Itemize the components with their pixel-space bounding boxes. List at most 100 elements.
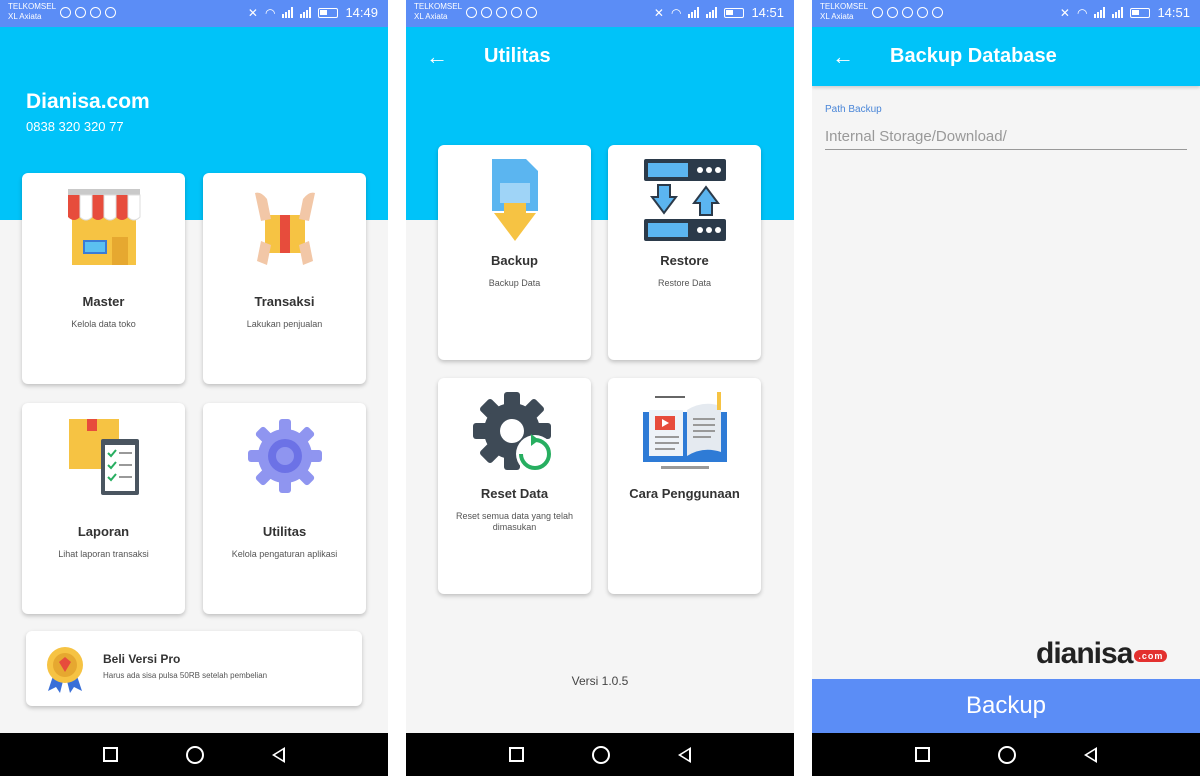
clock: 14:51 [1157, 5, 1190, 20]
recent-apps-icon[interactable] [915, 747, 930, 762]
status-bar: TELKOMSEL XL Axiata ✕ ◠ 14:49 [0, 0, 388, 27]
back-icon[interactable] [678, 746, 691, 763]
back-arrow-icon[interactable]: ← [832, 46, 854, 68]
carrier-info: TELKOMSEL XL Axiata [820, 2, 868, 22]
gallery-icon [466, 7, 477, 18]
package-hands-icon [254, 192, 315, 265]
laporan-title: Laporan [77, 524, 130, 539]
restore-card[interactable]: Restore Restore Data [608, 145, 761, 360]
instagram-icon [511, 7, 522, 18]
backup-icon [491, 159, 538, 241]
report-clipboard-icon [68, 419, 139, 495]
signal-icon [1112, 7, 1124, 18]
utilitas-subtitle: Kelola pengaturan aplikasi [231, 549, 338, 559]
battery-icon [1130, 7, 1151, 18]
message-icon [60, 7, 71, 18]
backup-button[interactable]: Backup [812, 679, 1200, 733]
notification-icons [466, 7, 537, 18]
mute-icon: ✕ [247, 5, 258, 20]
instagram-icon [90, 7, 101, 18]
gear-icon [247, 419, 322, 493]
backup-title: Backup [491, 253, 538, 268]
status-right: ✕ ◠ 14:51 [1060, 5, 1190, 20]
laporan-card[interactable]: Laporan Lihat laporan transaksi [22, 403, 185, 614]
wifi-icon: ◠ [670, 5, 682, 20]
master-card[interactable]: Master Kelola data toko [22, 173, 185, 384]
buy-pro-card[interactable]: Beli Versi Pro Harus ada sisa pulsa 50RB… [26, 631, 362, 706]
back-arrow-icon[interactable]: ← [426, 46, 448, 68]
backup-subtitle: Backup Data [488, 278, 541, 288]
watermark-logo: dianisa .com [1036, 637, 1168, 671]
path-backup-input[interactable] [825, 124, 1187, 150]
clock: 14:51 [751, 5, 784, 20]
message-icon [481, 7, 492, 18]
pro-subtitle: Harus ada sisa pulsa 50RB setelah pembel… [103, 671, 268, 680]
archive-icon [887, 7, 898, 18]
transaksi-card[interactable]: Transaksi Lakukan penjualan [203, 173, 366, 384]
back-icon[interactable] [1084, 746, 1097, 763]
master-title: Master [82, 294, 125, 309]
clock: 14:49 [345, 5, 378, 20]
carrier-name: TELKOMSEL [8, 2, 57, 11]
status-right: ✕ ◠ 14:51 [654, 5, 784, 20]
signal-icon [1094, 7, 1106, 18]
transaksi-subtitle: Lakukan penjualan [246, 319, 323, 329]
brand-phone: 0838 320 320 77 [26, 119, 124, 134]
app-icon [932, 7, 943, 18]
message-icon [902, 7, 913, 18]
reset-data-card[interactable]: Reset Data Reset semua data yang telah d… [438, 378, 591, 594]
master-subtitle: Kelola data toko [71, 319, 136, 329]
page-title: Utilitas [484, 45, 551, 67]
mute-icon: ✕ [1059, 5, 1070, 20]
home-screen: TELKOMSEL XL Axiata ✕ ◠ 14:49 Dianisa.co… [0, 0, 388, 776]
restore-servers-icon [643, 159, 726, 241]
brand-name: Dianisa.com [26, 90, 150, 113]
mute-icon: ✕ [653, 5, 664, 20]
home-icon[interactable] [592, 745, 610, 764]
watermark-text: dianisa [1036, 637, 1133, 670]
signal-icon [300, 7, 312, 18]
carrier-name-2: XL Axiata [820, 12, 854, 21]
carrier-name-2: XL Axiata [414, 12, 448, 21]
reset-data-title: Reset Data [480, 486, 549, 501]
award-badge-icon [47, 647, 83, 693]
app-version: Versi 1.0.5 [571, 674, 629, 688]
signal-icon [688, 7, 700, 18]
system-nav-bar [812, 733, 1200, 776]
pro-title: Beli Versi Pro [103, 652, 181, 666]
carrier-name-2: XL Axiata [8, 12, 42, 21]
transaksi-title: Transaksi [254, 294, 315, 309]
restore-subtitle: Restore Data [657, 278, 712, 288]
backup-database-screen: TELKOMSEL XL Axiata ✕ ◠ 14:51 ← Backup D… [812, 0, 1200, 776]
recent-apps-icon[interactable] [509, 747, 524, 762]
carrier-name: TELKOMSEL [820, 2, 869, 11]
store-icon [67, 189, 140, 265]
backup-card[interactable]: Backup Backup Data [438, 145, 591, 360]
app-icon [526, 7, 537, 18]
system-nav-bar [0, 733, 388, 776]
utilitas-screen: TELKOMSEL XL Axiata ✕ ◠ 14:51 ← Utilitas… [406, 0, 794, 776]
utilitas-title: Utilitas [262, 524, 307, 539]
carrier-info: TELKOMSEL XL Axiata [414, 2, 462, 22]
battery-icon [724, 7, 745, 18]
home-icon[interactable] [186, 745, 204, 764]
recent-apps-icon[interactable] [103, 747, 118, 762]
system-nav-bar [406, 733, 794, 776]
watermark-suffix: .com [1134, 650, 1168, 662]
guide-card[interactable]: Cara Penggunaan [608, 378, 761, 594]
notification-icons [60, 7, 116, 18]
gallery-icon [872, 7, 883, 18]
home-icon[interactable] [998, 745, 1016, 764]
signal-icon [282, 7, 294, 18]
status-right: ✕ ◠ 14:49 [248, 5, 378, 20]
carrier-name: TELKOMSEL [414, 2, 463, 11]
play-icon [75, 7, 86, 18]
notification-icons [872, 7, 943, 18]
carrier-info: TELKOMSEL XL Axiata [8, 2, 56, 22]
play-icon [496, 7, 507, 18]
back-icon[interactable] [272, 746, 285, 763]
page-title: Backup Database [890, 45, 1057, 67]
utilitas-card[interactable]: Utilitas Kelola pengaturan aplikasi [203, 403, 366, 614]
status-bar: TELKOMSEL XL Axiata ✕ ◠ 14:51 [812, 0, 1200, 27]
reset-data-subtitle: Reset semua data yang telah dimasukan [455, 511, 574, 532]
